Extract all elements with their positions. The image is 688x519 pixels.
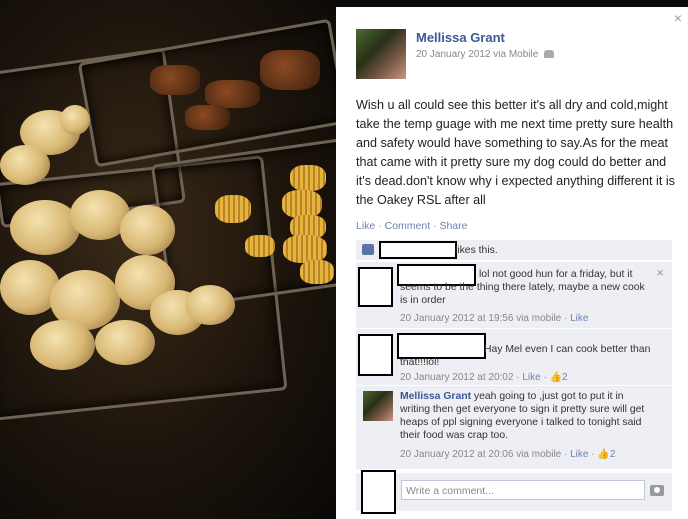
cauliflower-piece	[0, 145, 50, 185]
comment-meta: 20 January 2012 at 20:06 via mobile · Li…	[400, 449, 616, 460]
comment-like-count[interactable]: 👍2	[597, 449, 615, 460]
like-count: 2	[562, 372, 568, 383]
comment: Mellissa Grant yeah going to ,just got t…	[356, 386, 672, 469]
cauliflower-piece	[95, 320, 155, 365]
likes-text: likes this.	[455, 245, 498, 256]
close-icon[interactable]: ×	[674, 10, 682, 26]
like-count: 2	[609, 449, 616, 460]
comment-like-count[interactable]: 👍2	[550, 372, 568, 383]
corn-piece	[245, 235, 275, 257]
cauliflower-piece	[10, 200, 80, 255]
meat-piece	[205, 80, 260, 108]
corn-piece	[300, 260, 334, 284]
cauliflower-piece	[185, 285, 235, 325]
cauliflower-piece	[30, 320, 95, 370]
comment-link[interactable]: Comment	[385, 220, 431, 232]
comment-like-link[interactable]: Like	[570, 313, 588, 324]
cauliflower-piece	[120, 205, 175, 255]
redacted-avatar	[358, 334, 393, 376]
corn-piece	[282, 190, 322, 218]
camera-icon[interactable]	[650, 485, 664, 496]
separator: ·	[378, 220, 382, 232]
comment-like-link[interactable]: Like	[570, 449, 588, 460]
thumbs-up-icon: 👍	[597, 449, 610, 460]
corn-piece	[283, 235, 327, 263]
post-panel: × Mellissa Grant 20 January 2012 via Mob…	[336, 7, 688, 519]
redacted-name	[379, 241, 457, 259]
post-photo[interactable]	[0, 0, 336, 519]
friends-privacy-icon	[544, 50, 555, 59]
separator: ·	[433, 220, 437, 232]
comment-like-link[interactable]: Like	[522, 372, 540, 383]
likes-row: likes this.	[356, 240, 672, 260]
meat-piece	[185, 105, 230, 130]
comment-text: lol not good hun for a friday, but it se…	[400, 269, 645, 306]
redacted-avatar	[358, 267, 393, 307]
comment-timestamp[interactable]: 20 January 2012 at 19:56 via mobile	[400, 313, 561, 324]
author-name[interactable]: Mellissa Grant	[416, 30, 505, 45]
thumbs-up-icon	[362, 244, 374, 255]
comment-timestamp[interactable]: 20 January 2012 at 20:06 via mobile	[400, 449, 561, 460]
comment-timestamp[interactable]: 20 January 2012 at 20:02	[400, 372, 513, 383]
corn-piece	[215, 195, 251, 223]
post-meta: 20 January 2012 via Mobile	[416, 49, 555, 60]
comment-meta: 20 January 2012 at 20:02 · Like · 👍2	[400, 372, 568, 383]
comment: Hay Mel even I can cook better than that…	[356, 329, 672, 385]
remove-comment-icon[interactable]: ×	[656, 265, 664, 280]
comment-composer: Write a comment...	[356, 470, 672, 514]
comment: lol not good hun for a friday, but it se…	[356, 262, 672, 328]
comment-text: Mellissa Grant yeah going to ,just got t…	[400, 390, 655, 442]
comment-meta: 20 January 2012 at 19:56 via mobile · Li…	[400, 313, 589, 324]
meat-piece	[260, 50, 320, 90]
share-link[interactable]: Share	[439, 220, 467, 232]
commenter-name[interactable]: Mellissa Grant	[400, 391, 471, 402]
comment-input[interactable]: Write a comment...	[401, 480, 645, 500]
meat-piece	[150, 65, 200, 95]
comment-text: Hay Mel even I can cook better than that…	[400, 344, 651, 368]
thumbs-up-icon: 👍	[549, 372, 563, 383]
author-avatar[interactable]	[356, 29, 406, 79]
post-timestamp[interactable]: 20 January 2012 via Mobile	[416, 49, 538, 60]
redacted-avatar	[361, 470, 396, 514]
cauliflower-piece	[60, 105, 90, 135]
like-link[interactable]: Like	[356, 220, 375, 232]
post-actions: Like · Comment · Share	[356, 220, 468, 232]
commenter-avatar[interactable]	[363, 391, 393, 421]
post-status-text: Wish u all could see this better it's al…	[356, 98, 675, 207]
corn-piece	[290, 165, 326, 191]
